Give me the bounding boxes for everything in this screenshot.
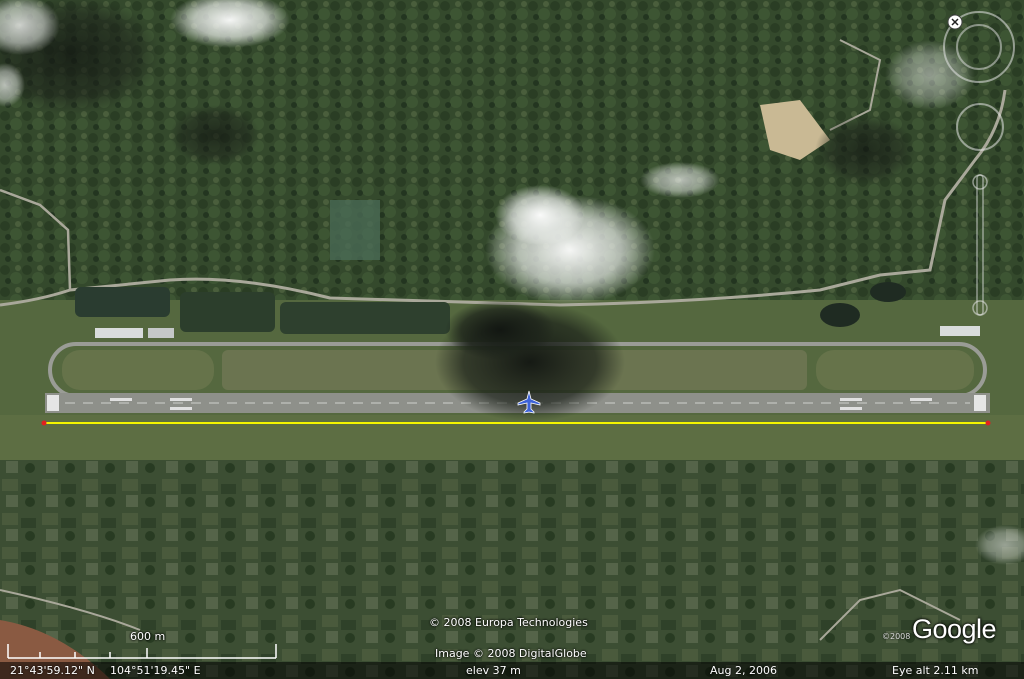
- scale-label: 600 m: [130, 630, 166, 643]
- north-arrow-icon[interactable]: [947, 14, 963, 30]
- runway-threshold: [47, 395, 59, 411]
- runway-marking: [170, 407, 192, 410]
- pond: [280, 302, 450, 334]
- copyright-credit: © 2008 Europa Technologies: [429, 616, 588, 629]
- imagery-date: Aug 2, 2006: [710, 664, 777, 677]
- cloud: [640, 162, 720, 198]
- infield: [816, 350, 974, 390]
- pond: [75, 287, 170, 317]
- hangar: [95, 328, 143, 338]
- cloud: [495, 185, 585, 245]
- cloud-shadow: [815, 115, 915, 185]
- runway-marking: [110, 398, 132, 401]
- cloud-shadow: [170, 105, 260, 165]
- grass-strip: [0, 415, 1024, 460]
- google-logo: Google: [912, 614, 997, 644]
- status-bar: 21°43'59.12" N 104°51'19.45" E elev 37 m…: [0, 662, 1024, 679]
- cloud: [885, 40, 975, 110]
- hangar: [148, 328, 174, 338]
- latitude-readout: 21°43'59.12" N: [10, 664, 95, 677]
- hangar: [940, 326, 980, 336]
- runway-marking: [910, 398, 932, 401]
- runway-marking: [840, 398, 862, 401]
- runway-marking: [840, 407, 862, 410]
- cloud-shadow: [445, 300, 555, 360]
- logo-copyright: ©2008: [882, 632, 911, 641]
- runway-marking: [170, 398, 192, 401]
- terrain-south: [0, 455, 1024, 679]
- pond: [870, 282, 906, 302]
- infield: [62, 350, 214, 390]
- clearing: [330, 200, 380, 260]
- imagery-credit: Image © 2008 DigitalGlobe: [435, 647, 587, 660]
- satellite-map[interactable]: [0, 0, 1024, 679]
- pond: [180, 292, 275, 332]
- measure-endpoint[interactable]: [985, 420, 991, 426]
- eye-altitude-readout: Eye alt 2.11 km: [892, 664, 979, 677]
- longitude-readout: 104°51'19.45" E: [110, 664, 201, 677]
- measure-endpoint[interactable]: [41, 420, 47, 426]
- runway-threshold: [974, 395, 986, 411]
- pond: [820, 303, 860, 327]
- elevation-readout: elev 37 m: [466, 664, 521, 677]
